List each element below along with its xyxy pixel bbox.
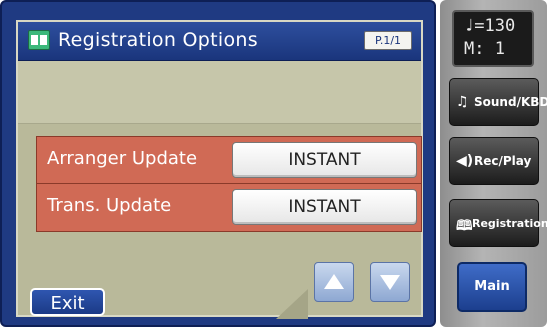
- scroll-up-button[interactable]: [314, 262, 354, 302]
- tempo-readout: ♩=130: [464, 16, 516, 36]
- option-label: Trans. Update: [47, 195, 172, 216]
- option-label: Arranger Update: [47, 148, 198, 169]
- side-panel: ♩=130 M: 1 ♫ Sound/KBD ◀) Rec/Play 🕮 Reg…: [440, 0, 547, 327]
- registration-label: Registration: [472, 217, 547, 230]
- header-band: [18, 61, 421, 124]
- page-title: Registration Options: [58, 29, 258, 51]
- decorative-wedge: [276, 289, 308, 319]
- main-screen: Registration Options P.1/1 Arranger Upda…: [0, 0, 436, 327]
- main-button[interactable]: Main: [457, 262, 527, 312]
- book-icon: [28, 30, 50, 50]
- screen-content-area: Registration Options P.1/1 Arranger Upda…: [16, 20, 423, 319]
- options-panel: Arranger Update INSTANT Trans. Update IN…: [18, 61, 422, 319]
- option-row-trans-update: Trans. Update INSTANT: [37, 184, 421, 230]
- options-list: Arranger Update INSTANT Trans. Update IN…: [36, 136, 422, 232]
- arranger-update-value-button[interactable]: INSTANT: [232, 142, 417, 178]
- music-note-icon: ♫: [456, 94, 469, 110]
- trans-update-value-button[interactable]: INSTANT: [232, 189, 417, 225]
- tempo-display: ♩=130 M: 1: [452, 10, 534, 67]
- scroll-down-button[interactable]: [370, 262, 410, 302]
- registration-button[interactable]: 🕮 Registration: [449, 199, 547, 247]
- option-row-arranger-update: Arranger Update INSTANT: [37, 137, 421, 184]
- title-bar: Registration Options P.1/1: [18, 22, 421, 61]
- page-indicator: P.1/1: [364, 31, 412, 50]
- sound-kbd-button[interactable]: ♫ Sound/KBD: [449, 78, 547, 126]
- rec-play-button[interactable]: ◀) Rec/Play: [449, 137, 539, 185]
- speaker-icon: ◀): [456, 153, 474, 169]
- arrow-up-icon: [324, 274, 344, 289]
- measure-readout: M: 1: [464, 39, 505, 59]
- rec-play-label: Rec/Play: [474, 154, 532, 168]
- sound-kbd-label: Sound/KBD: [474, 95, 547, 109]
- book-icon: 🕮: [456, 218, 473, 234]
- exit-button[interactable]: Exit: [30, 288, 105, 316]
- arrow-down-icon: [380, 275, 400, 290]
